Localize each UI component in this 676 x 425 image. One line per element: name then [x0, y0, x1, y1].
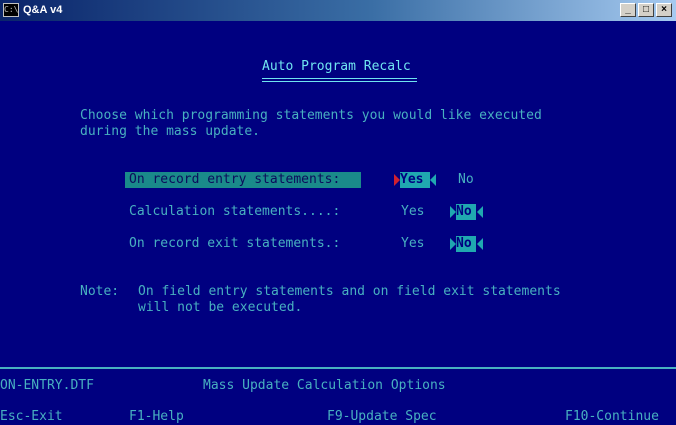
intro-line-2: during the mass update. — [80, 124, 261, 139]
option-calculation-yes[interactable]: Yes — [401, 204, 424, 220]
minimize-button[interactable]: _ — [620, 3, 636, 17]
option-calculation-label[interactable]: Calculation statements....: — [129, 204, 340, 220]
option-record-exit-label[interactable]: On record exit statements.: — [129, 236, 340, 252]
selection-arrow-right-icon — [477, 206, 483, 218]
note-line-2: will not be executed. — [138, 300, 303, 315]
selection-arrow-right-icon — [477, 238, 483, 250]
console-app-icon[interactable]: C:\ — [3, 3, 19, 17]
key-f10-continue[interactable]: F10-Continue — [565, 409, 659, 425]
title-bar[interactable]: C:\ Q&A v4 _ □ × — [0, 0, 676, 21]
status-filename: ON-ENTRY.DTF — [0, 378, 94, 393]
key-f1-help[interactable]: F1-Help — [129, 409, 184, 425]
maximize-button[interactable]: □ — [638, 3, 654, 17]
key-esc-exit[interactable]: Esc-Exit — [0, 409, 63, 425]
key-f9-update-spec[interactable]: F9-Update Spec — [327, 409, 437, 425]
option-record-exit-no[interactable]: No — [456, 236, 476, 252]
note-label: Note: — [80, 284, 120, 299]
console-screen: Auto Program Recalc Choose which program… — [0, 21, 676, 425]
heading-underline-2 — [262, 81, 417, 82]
option-record-exit-yes[interactable]: Yes — [401, 236, 424, 252]
selection-arrow-right-icon — [430, 174, 436, 186]
status-divider — [0, 367, 676, 369]
heading-underline — [262, 78, 417, 79]
screen-heading: Auto Program Recalc — [262, 59, 411, 74]
window-controls: _ □ × — [620, 3, 672, 17]
app-window: C:\ Q&A v4 _ □ × Auto Program Recalc Cho… — [0, 0, 676, 425]
option-record-entry-no[interactable]: No — [458, 172, 474, 188]
status-context: Mass Update Calculation Options — [203, 378, 446, 393]
option-record-entry-yes[interactable]: Yes — [400, 172, 430, 188]
option-calculation-no[interactable]: No — [456, 204, 476, 220]
close-button[interactable]: × — [656, 3, 672, 17]
option-record-entry-label[interactable]: On record entry statements: — [125, 172, 361, 188]
window-title: Q&A v4 — [23, 4, 63, 16]
note-line-1: On field entry statements and on field e… — [138, 284, 561, 299]
intro-line-1: Choose which programming statements you … — [80, 108, 542, 123]
